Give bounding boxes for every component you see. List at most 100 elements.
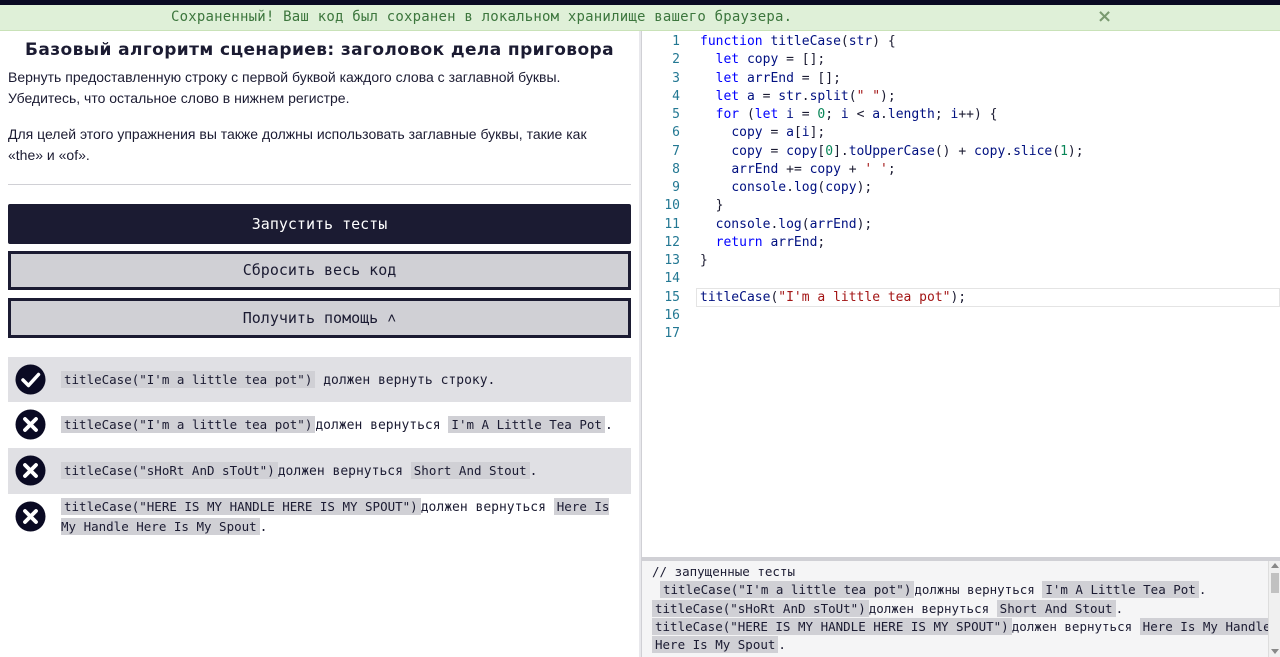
code-text[interactable]: } [700, 197, 724, 215]
output-console: // запущенные тесты titleCase("I'm a lit… [642, 561, 1280, 657]
line-number: 4 [672, 88, 680, 104]
code-text[interactable]: console.log(arrEnd); [700, 216, 873, 234]
console-line: titleCase("sHoRt AnD sToUt") должен верну… [652, 600, 1123, 618]
console-line: titleCase("I'm a little tea pot") должны … [660, 581, 1206, 599]
test-results: titleCase("I'm a little tea pot") должен… [8, 357, 631, 542]
test-text: должен вернуть строку. [323, 373, 496, 388]
challenge-description: Вернуть предоставленную строку с первой … [8, 69, 561, 106]
scroll-up-icon[interactable] [1271, 563, 1279, 568]
line-number: 1 [672, 34, 680, 49]
test-text: должен вернуться [277, 464, 403, 479]
console-line: titleCase("HERE IS MY HANDLE HERE IS MY … [652, 618, 1274, 636]
x-circle-icon [15, 409, 46, 440]
code-text[interactable]: arrEnd += copy + ' '; [700, 161, 895, 179]
test-row: titleCase("HERE IS MY HANDLE HERE IS MY … [8, 494, 631, 542]
code-text[interactable]: } [700, 252, 708, 270]
code-text[interactable]: copy = a[i]; [700, 124, 825, 142]
code-line[interactable]: 5 for (let i = 0; i < a.length; i++) { [642, 106, 1280, 124]
test-text: должен вернуться [315, 418, 441, 433]
editor-panel: 1 function titleCase(str) {2 let copy = [… [641, 31, 1280, 657]
code-line[interactable]: 16 [642, 307, 1280, 325]
instructions-panel: Базовый алгоритм сценариев: заголовок де… [0, 31, 639, 657]
line-number: 9 [672, 180, 680, 195]
console-text: должен вернуться [1011, 619, 1133, 634]
code-text[interactable]: let arrEnd = []; [700, 70, 841, 88]
code-text[interactable]: console.log(copy); [700, 179, 872, 197]
flash-message: Сохраненный! Ваш код был сохранен в лока… [0, 5, 1280, 31]
test-row: titleCase("I'm a little tea pot") должен … [8, 402, 631, 448]
code-line[interactable]: 7 copy = copy[0].toUpperCase() + copy.sl… [642, 143, 1280, 161]
challenge-title: Базовый алгоритм сценариев: заголовок де… [25, 40, 614, 60]
console-line: Here Is My Spout. [652, 636, 786, 654]
line-number: 8 [672, 161, 680, 177]
console-expected: Here Is My Handle [1139, 618, 1274, 635]
code-line[interactable]: 6 copy = a[i]; [642, 124, 1280, 142]
code-line[interactable]: 13} [642, 252, 1280, 270]
test-call: titleCase("I'm a little tea pot") [61, 371, 316, 388]
test-call: titleCase("I'm a little tea pot") [61, 416, 316, 433]
code-text[interactable]: let copy = []; [700, 51, 826, 69]
code-line[interactable]: 2 let copy = []; [642, 51, 1280, 69]
test-description: titleCase("I'm a little tea pot") должен… [61, 370, 495, 390]
console-text: должны вернуться [914, 582, 1035, 597]
test-text: должен вернуться [420, 500, 546, 515]
test-call: titleCase("sHoRt AnD sToUt") [61, 462, 278, 479]
line-number: 10 [664, 198, 680, 214]
line-number: 3 [672, 70, 680, 86]
console-expected: I'm A Little Tea Pot [1042, 581, 1199, 598]
line-number: 7 [672, 143, 680, 159]
console-text: должен вернуться [868, 601, 990, 616]
line-number: 17 [664, 326, 680, 341]
scrollbar-thumb[interactable] [1271, 573, 1279, 593]
challenge-note: Для целей этого упражнения вы также долж… [8, 126, 587, 163]
x-circle-icon [15, 455, 46, 486]
flash-message-text: Сохраненный! Ваш код был сохранен в лока… [171, 9, 793, 25]
line-number: 11 [664, 216, 680, 232]
check-circle-icon [15, 364, 46, 395]
test-description: titleCase("I'm a little tea pot") должен … [61, 415, 613, 435]
console-call: titleCase("HERE IS MY HANDLE HERE IS MY … [652, 618, 1012, 635]
code-text[interactable]: titleCase("I'm a little tea pot"); [700, 289, 966, 307]
line-number: 2 [672, 52, 680, 68]
test-call: titleCase("HERE IS MY HANDLE HERE IS MY … [61, 498, 421, 515]
reset-code-button[interactable]: Сбросить весь код [8, 251, 631, 290]
test-expected: I'm A Little Tea Pot [448, 416, 605, 433]
get-help-button[interactable]: Получить помощь ˄ [8, 298, 631, 338]
code-line[interactable]: 12 return arrEnd; [642, 234, 1280, 252]
close-icon[interactable]: × [1097, 6, 1112, 27]
code-line[interactable]: 14 [642, 270, 1280, 288]
line-number: 15 [664, 289, 680, 305]
test-expected: Short And Stout [410, 462, 530, 479]
console-header: // запущенные тесты [652, 564, 795, 579]
line-number: 14 [664, 271, 680, 287]
code-text[interactable]: function titleCase(str) { [700, 33, 896, 51]
scroll-down-icon[interactable] [1271, 649, 1279, 654]
code-line[interactable]: 8 arrEnd += copy + ' '; [642, 161, 1280, 179]
code-line[interactable]: 15 titleCase("I'm a little tea pot"); [642, 289, 1280, 307]
code-text[interactable]: let a = str.split(" "); [700, 88, 896, 106]
test-description: titleCase("sHoRt AnD sToUt") должен верну… [61, 461, 538, 481]
console-call: titleCase("I'm a little tea pot") [660, 581, 915, 598]
code-line[interactable]: 11 console.log(arrEnd); [642, 216, 1280, 234]
line-number: 6 [672, 125, 680, 141]
divider [8, 184, 631, 185]
code-line[interactable]: 4 let a = str.split(" "); [642, 88, 1280, 106]
code-line[interactable]: 10 } [642, 197, 1280, 215]
console-scrollbar[interactable] [1268, 561, 1280, 657]
code-line[interactable]: 9 console.log(copy); [642, 179, 1280, 197]
console-expected: Here Is My Spout [652, 636, 779, 653]
line-number: 13 [664, 253, 680, 268]
code-line[interactable]: 1 function titleCase(str) { [642, 33, 1280, 51]
code-text[interactable]: return arrEnd; [700, 234, 826, 252]
console-expected: Short And Stout [996, 600, 1116, 617]
code-text[interactable]: copy = copy[0].toUpperCase() + copy.slic… [700, 143, 1083, 161]
console-call: titleCase("sHoRt AnD sToUt") [652, 600, 869, 617]
code-editor[interactable]: 1 function titleCase(str) {2 let copy = [… [642, 31, 1280, 557]
run-tests-button[interactable]: Запустить тесты [8, 204, 631, 244]
x-circle-icon [15, 501, 46, 532]
code-line[interactable]: 3 let arrEnd = []; [642, 70, 1280, 88]
test-description: titleCase("HERE IS MY HANDLE HERE IS MY … [61, 498, 610, 535]
line-number: 16 [664, 307, 680, 323]
code-text[interactable]: for (let i = 0; i < a.length; i++) { [700, 106, 998, 124]
code-line[interactable]: 17 [642, 325, 1280, 343]
